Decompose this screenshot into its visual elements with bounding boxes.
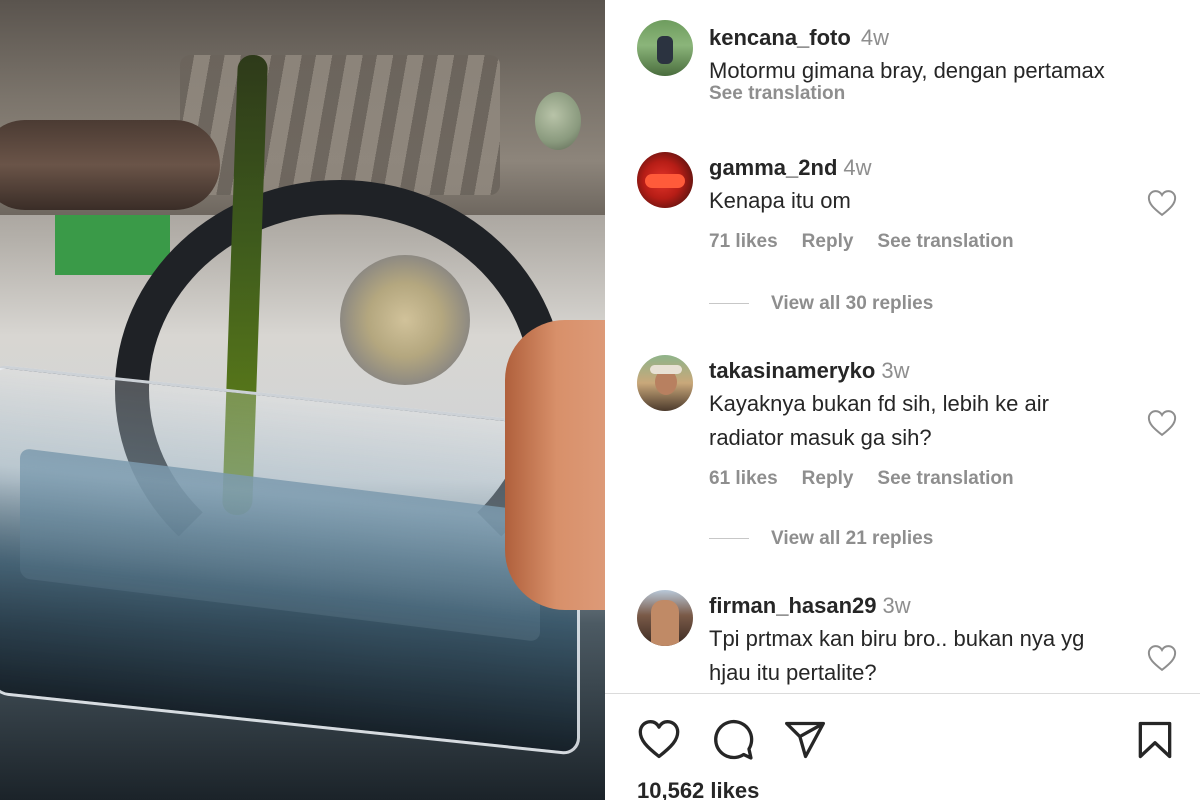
send-icon[interactable] (783, 718, 827, 762)
view-replies-button[interactable]: View all 30 replies (709, 293, 933, 315)
see-translation-link[interactable]: See translation (877, 231, 1013, 252)
reply-button[interactable]: Reply (802, 468, 854, 489)
bookmark-icon[interactable] (1133, 718, 1177, 762)
comment-meta: 71 likes Reply See translation (709, 230, 1169, 254)
motorbike (645, 174, 685, 188)
replies-divider (709, 303, 749, 305)
plastic-container (0, 363, 580, 757)
like-comment-heart-icon[interactable] (1147, 189, 1177, 217)
comment-text: Kenapa itu om (709, 188, 851, 213)
username[interactable]: kencana_foto (709, 25, 851, 50)
engine-fins (180, 55, 500, 195)
comment-header: firman_hasan29 3w (709, 590, 1169, 622)
timestamp[interactable]: 3w (881, 358, 909, 383)
timestamp[interactable]: 3w (883, 593, 911, 618)
reply-button[interactable]: Reply (802, 231, 854, 252)
comment-text-line-2: hjau itu pertalite? (709, 660, 877, 685)
hat (650, 365, 682, 374)
comment-body: firman_hasan29 3w Tpi prtmax kan biru bro… (709, 590, 1169, 690)
exhaust-pipe (0, 120, 220, 210)
timestamp[interactable]: 4w (843, 155, 871, 180)
like-count[interactable]: 61 likes (709, 468, 778, 489)
view-replies-label: View all 30 replies (771, 293, 934, 314)
post-media[interactable] (0, 0, 605, 800)
timestamp[interactable]: 4w (861, 25, 889, 50)
post-like-count[interactable]: 10,562 likes (637, 778, 759, 800)
comment-meta: 61 likes Reply See translation (709, 467, 1169, 491)
comment-text-line-2: radiator masuk ga sih? (709, 425, 932, 450)
background-wall (55, 215, 170, 275)
comment-header: gamma_2nd 4w (709, 152, 1169, 184)
person (651, 600, 679, 646)
see-translation-link[interactable]: See translation (877, 468, 1013, 489)
comment-item: firman_hasan29 3w Tpi prtmax kan biru bro… (637, 590, 1177, 693)
comment-header: kencana_foto 4w (709, 22, 1169, 54)
hand (505, 320, 605, 610)
comment-body: takasinameryko 3w Kayaknya bukan fd sih, … (709, 355, 1169, 491)
like-count[interactable]: 71 likes (709, 231, 778, 252)
bolt (535, 92, 581, 150)
comment-header: takasinameryko 3w (709, 355, 1169, 387)
comment-icon[interactable] (711, 718, 755, 762)
comment-text-line-1: Tpi prtmax kan biru bro.. bukan nya yg (709, 626, 1085, 651)
action-bar (637, 718, 1177, 766)
comment-list[interactable]: kencana_foto 4w Motormu gimana bray, deng… (605, 0, 1200, 693)
section-divider (605, 693, 1200, 694)
comment-item: takasinameryko 3w Kayaknya bukan fd sih, … (637, 355, 1177, 495)
view-replies-label: View all 21 replies (771, 528, 934, 549)
replies-divider (709, 538, 749, 540)
view-replies-button[interactable]: View all 21 replies (709, 528, 933, 550)
comment-text-line-1: Kayaknya bukan fd sih, lebih ke air (709, 391, 1049, 416)
username[interactable]: gamma_2nd (709, 155, 837, 180)
avatar[interactable] (637, 355, 693, 411)
like-comment-heart-icon[interactable] (1147, 409, 1177, 437)
comments-panel: kencana_foto 4w Motormu gimana bray, deng… (605, 0, 1200, 800)
wheel-hub (340, 255, 470, 385)
heart-icon[interactable] (637, 718, 681, 762)
comment-item: gamma_2nd 4w Kenapa itu om 71 likes Reply S… (637, 152, 1177, 262)
comment-body: kencana_foto 4w Motormu gimana bray, deng… (709, 22, 1169, 106)
comment-body: gamma_2nd 4w Kenapa itu om 71 likes Reply S… (709, 152, 1169, 254)
username[interactable]: takasinameryko (709, 358, 875, 383)
username[interactable]: firman_hasan29 (709, 593, 877, 618)
rider (657, 36, 673, 64)
avatar[interactable] (637, 20, 693, 76)
like-comment-heart-icon[interactable] (1147, 644, 1177, 672)
comment-item: kencana_foto 4w Motormu gimana bray, deng… (637, 20, 1177, 115)
avatar[interactable] (637, 590, 693, 646)
avatar[interactable] (637, 152, 693, 208)
